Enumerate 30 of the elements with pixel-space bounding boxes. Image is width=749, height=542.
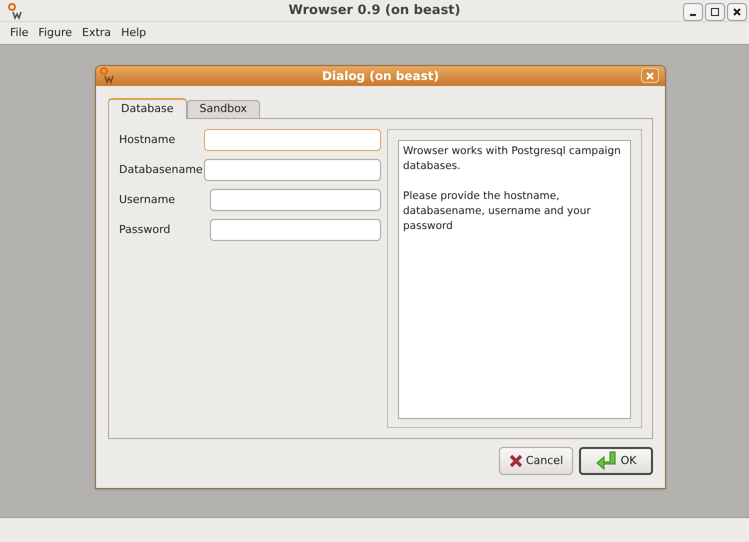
tab[interactable]: Database: [108, 98, 186, 119]
input-field[interactable]: [210, 219, 381, 241]
app-logo-icon: [8, 3, 24, 20]
window-title: Wrowser 0.9 (on beast): [288, 2, 460, 20]
menu-item[interactable]: Figure: [38, 24, 72, 42]
cancel-button[interactable]: Cancel: [499, 447, 573, 475]
close-icon: [646, 72, 654, 80]
input-field[interactable]: [204, 129, 381, 151]
menu-item[interactable]: File: [10, 24, 28, 42]
maximize-button[interactable]: [705, 3, 725, 21]
field-label: Hostname: [119, 132, 176, 148]
input-field[interactable]: [204, 159, 381, 181]
close-icon: [733, 8, 741, 16]
menu-item[interactable]: Help: [121, 24, 146, 42]
dialog-title: Dialog (on beast): [322, 68, 439, 85]
field-label: Databasename: [119, 162, 204, 178]
x-icon: [508, 454, 523, 468]
field-label: Password: [119, 222, 172, 238]
info-paragraph: Please provide the hostname, databasename, username and your password: [403, 189, 592, 234]
info-paragraph: Wrowser works with Postgresql campaign databases.: [403, 144, 622, 174]
input-field[interactable]: [210, 189, 381, 211]
menu-item[interactable]: Extra: [82, 24, 112, 42]
close-button[interactable]: [727, 3, 747, 21]
return-arrow-icon: [596, 451, 618, 471]
ok-button[interactable]: OK: [579, 447, 653, 475]
maximize-icon: [711, 8, 719, 16]
app-logo-icon: [100, 67, 116, 84]
field-label: Username: [119, 192, 176, 208]
tab[interactable]: Sandbox: [186, 100, 260, 118]
minimize-button[interactable]: [683, 3, 703, 21]
